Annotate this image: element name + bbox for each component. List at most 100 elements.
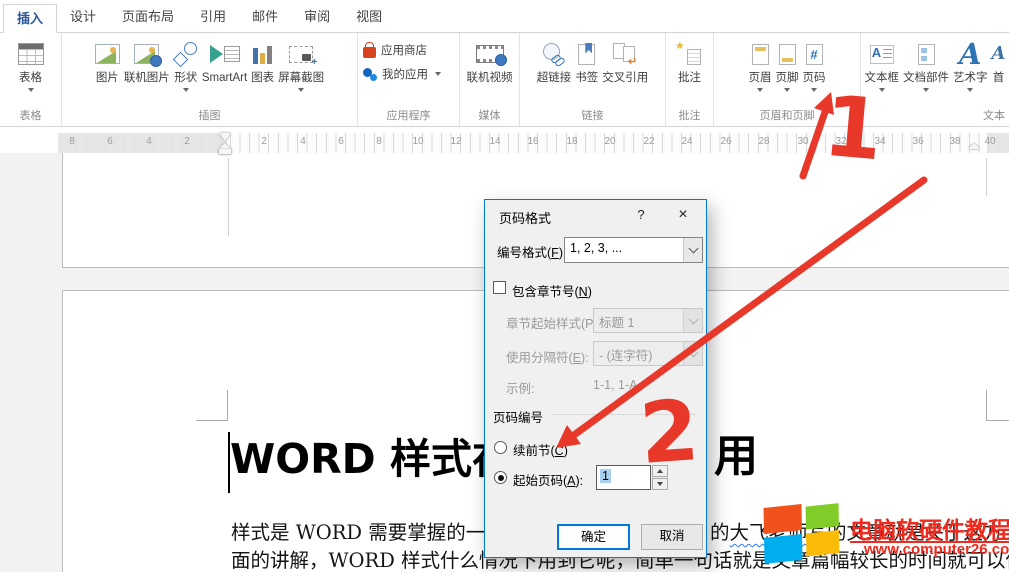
combo-drop-button[interactable] (683, 238, 702, 262)
start-at-label[interactable]: 起始页码(A): (513, 470, 583, 489)
ok-button[interactable]: 确定 (557, 524, 630, 550)
horizontal-ruler[interactable]: 8642 24681012141618202224262830323436384… (58, 133, 1009, 153)
screenshot-button[interactable]: 屏幕截图 (276, 34, 326, 108)
ruler-number: 8 (376, 136, 382, 147)
hyperlink-button-label: 超链接 (537, 72, 572, 85)
wordart-button[interactable]: A 艺术字 (951, 34, 990, 108)
footer-button[interactable]: 页脚 (774, 34, 801, 108)
online-pictures-button-label: 联机图片 (124, 72, 170, 85)
separator-combobox: - (连字符) (593, 341, 703, 366)
quick-parts-button[interactable]: 文档部件 (901, 34, 951, 108)
ruler-number: 4 (300, 136, 306, 147)
chevron-down-icon[interactable] (298, 88, 304, 92)
comment-button[interactable]: * 批注 (676, 34, 703, 108)
page-number-button[interactable]: # 页码 (801, 34, 828, 108)
close-icon[interactable]: × (669, 204, 697, 226)
cross-reference-icon: ↵ (613, 43, 637, 65)
include-chapter-checkbox[interactable] (493, 281, 506, 294)
label-text: 编号格式( (497, 246, 551, 260)
spinner-down-icon[interactable] (652, 478, 668, 490)
online-pictures-button[interactable]: 联机图片 (122, 34, 172, 108)
chevron-down-icon[interactable] (435, 72, 441, 76)
label-text: ): (576, 474, 584, 488)
ribbon-group-illustrations: 图片 联机图片 形状 SmartArt 图表 (62, 33, 358, 126)
cross-reference-button[interactable]: ↵ 交叉引用 (600, 34, 650, 108)
tab-insert[interactable]: 插入 (3, 4, 57, 33)
continue-from-previous-label[interactable]: 续前节(C) (513, 440, 568, 459)
tab-review[interactable]: 审阅 (291, 3, 343, 32)
tab-references[interactable]: 引用 (187, 3, 239, 32)
label-text: 使用分隔符( (506, 351, 573, 365)
smartart-button[interactable]: SmartArt (200, 34, 249, 108)
pictures-button[interactable]: 图片 (93, 34, 122, 108)
tab-page-layout[interactable]: 页面布局 (109, 3, 187, 32)
tab-design[interactable]: 设计 (57, 3, 109, 32)
group-label-text: 文本 (861, 108, 1009, 126)
help-icon[interactable]: ? (627, 204, 655, 226)
hyperlink-button[interactable]: 超链接 (535, 34, 574, 108)
start-at-value: 1 (600, 469, 611, 483)
tab-view[interactable]: 视图 (343, 3, 395, 32)
bookmark-button[interactable]: 书签 (573, 34, 600, 108)
ruler-number: 2 (261, 136, 267, 147)
ribbon-group-comments: * 批注 批注 (666, 33, 714, 126)
star-icon: * (677, 39, 684, 59)
chevron-down-icon[interactable] (757, 88, 763, 92)
include-chapter-label[interactable]: 包含章节号(N) (512, 281, 592, 300)
body-line-1-left: 样式是 WORD 需要掌握的一个 (231, 520, 505, 546)
online-pictures-icon (134, 44, 159, 64)
ruler-number: 32 (835, 136, 846, 147)
start-at-input[interactable]: 1 (596, 465, 651, 490)
chevron-down-icon[interactable] (28, 88, 34, 92)
ruler-number: 16 (527, 136, 538, 147)
header-icon (752, 44, 769, 65)
my-apps-button[interactable]: 我的应用 (363, 66, 441, 82)
start-at-spinner[interactable]: 1 (596, 465, 668, 491)
online-video-button[interactable]: 联机视频 (465, 34, 515, 108)
globe-icon (150, 55, 162, 67)
cancel-button[interactable]: 取消 (641, 524, 703, 550)
table-button[interactable]: 表格 (16, 34, 46, 108)
hyperlink-icon (543, 43, 565, 65)
shapes-button[interactable]: 形状 (172, 34, 200, 108)
group-label-apps: 应用程序 (358, 108, 459, 126)
chevron-down-icon[interactable] (183, 88, 189, 92)
dialog-title: 页码格式 (499, 208, 551, 227)
access-key: F (551, 246, 559, 260)
drop-cap-button-label: 首 (993, 72, 1005, 85)
ruler-number: 30 (797, 136, 808, 147)
hanging-indent-marker[interactable] (219, 143, 231, 149)
page-number-button-label: 页码 (803, 72, 826, 85)
first-line-indent-marker[interactable] (219, 133, 231, 141)
ruler-number: 24 (681, 136, 692, 147)
ribbon-group-apps: 应用商店 我的应用 应用程序 (358, 33, 460, 126)
text-box-button[interactable]: A 文本框 (863, 34, 902, 108)
chapter-style-label: 章节起始样式(P) (506, 313, 598, 332)
label-text: 起始页码( (513, 474, 567, 488)
start-at-radio[interactable] (494, 471, 507, 484)
my-apps-icon (363, 68, 377, 81)
chart-button[interactable]: 图表 (249, 34, 276, 108)
chevron-down-icon[interactable] (784, 88, 790, 92)
label-text: ): (581, 351, 589, 365)
chevron-down-icon[interactable] (879, 88, 885, 92)
chevron-down-icon[interactable] (811, 88, 817, 92)
crop-mark-right (986, 420, 1009, 421)
continue-from-previous-radio[interactable] (494, 441, 507, 454)
chevron-down-icon[interactable] (923, 88, 929, 92)
footer-icon (779, 44, 796, 65)
cross-reference-button-label: 交叉引用 (602, 72, 648, 85)
tab-mailings[interactable]: 邮件 (239, 3, 291, 32)
chart-button-label: 图表 (251, 72, 274, 85)
store-button[interactable]: 应用商店 (363, 42, 441, 58)
group-label-comments: 批注 (666, 108, 713, 126)
number-format-combobox[interactable]: 1, 2, 3, ... (564, 237, 703, 263)
chevron-down-icon (688, 244, 698, 254)
shapes-icon (174, 42, 198, 66)
table-button-label: 表格 (19, 72, 42, 85)
chevron-down-icon[interactable] (967, 88, 973, 92)
right-indent-marker[interactable] (968, 143, 980, 149)
spinner-up-icon[interactable] (652, 465, 668, 477)
drop-cap-button[interactable]: A 首 (990, 34, 1008, 108)
header-button[interactable]: 页眉 (747, 34, 774, 108)
